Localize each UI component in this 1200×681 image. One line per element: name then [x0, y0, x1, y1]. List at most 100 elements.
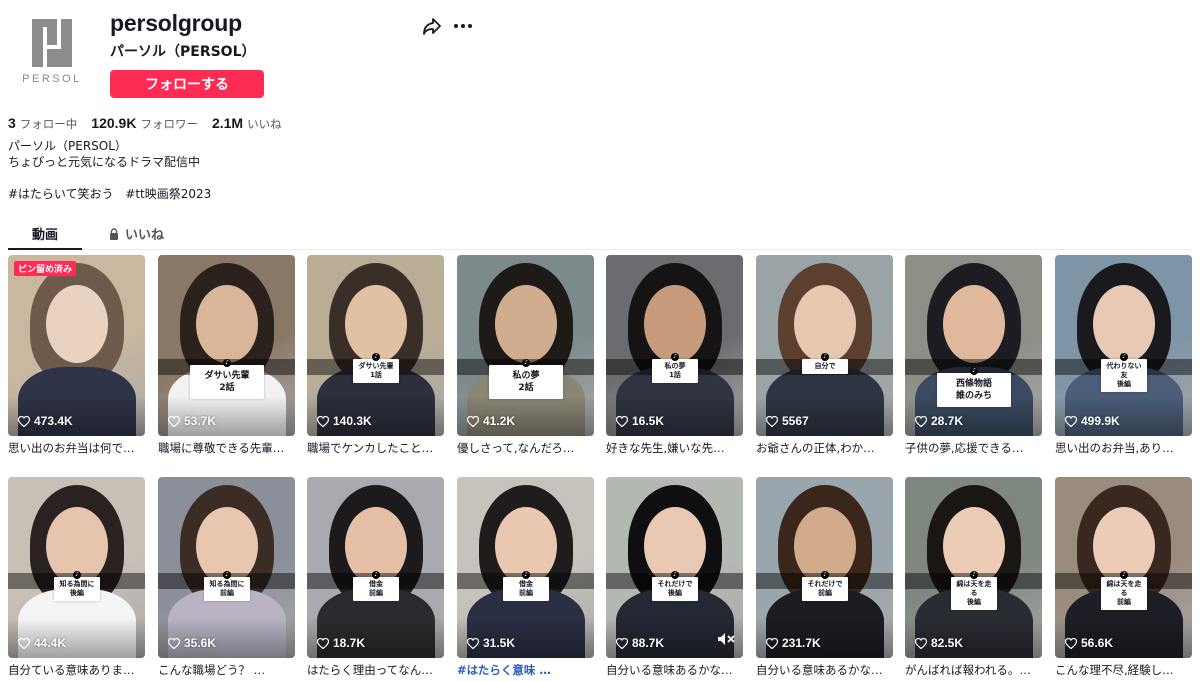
play-count: 82.5K: [915, 636, 963, 650]
video-thumbnail[interactable]: ♪ 綿は天を走る 後編 82.5K: [905, 477, 1042, 658]
video-thumbnail[interactable]: ♪ それだけで 後編 88.7K: [606, 477, 743, 658]
video-caption[interactable]: 職場に尊敬できる先輩…: [158, 440, 295, 456]
video-card[interactable]: ♪ 綿は天を走る 後編 82.5K がんばれば報われる。…: [905, 477, 1042, 678]
share-icon: [423, 18, 441, 35]
heart-icon: [915, 415, 927, 427]
play-count: 31.5K: [467, 636, 515, 650]
video-thumbnail[interactable]: ♪ それだけで 前編 231.7K: [756, 477, 893, 658]
subtitle-text: 前編: [818, 589, 832, 597]
video-card[interactable]: ♪ ダサい先輩 1話 140.3K 職場でケンカしたこと…: [307, 255, 444, 456]
video-card[interactable]: ♪ 綿は天を走る 前編 56.6K こんな理不尽,経験し…: [1055, 477, 1192, 678]
stat-following[interactable]: 3 フォロー中: [8, 115, 77, 132]
thumbnail-figure-face: [46, 285, 108, 363]
stat-followers[interactable]: 120.9K フォロワー: [91, 115, 198, 132]
subtitle-text: 後編: [967, 598, 981, 606]
video-card[interactable]: ♪ それだけで 前編 231.7K 自分いる意味あるかな…: [756, 477, 893, 678]
hashtag-link[interactable]: #はたらいて笑おう: [8, 187, 113, 201]
play-count-value: 473.4K: [34, 414, 73, 428]
play-count: 53.7K: [168, 414, 216, 428]
share-button[interactable]: [421, 15, 443, 37]
video-caption[interactable]: 職場でケンカしたこと…: [307, 440, 444, 456]
thumbnail-figure-face: [1093, 285, 1155, 363]
video-thumbnail[interactable]: ♪ 借金 前編 31.5K: [457, 477, 594, 658]
video-card[interactable]: ピン留め済み 473.4K 思い出のお弁当は何で…: [8, 255, 145, 456]
video-card[interactable]: ♪ 借金 前編 31.5K #はたらく意味 …: [457, 477, 594, 678]
bio-line: パーソル（PERSOL）: [8, 139, 127, 153]
video-card[interactable]: ♪ 自分で 5567 お爺さんの正体,わか…: [756, 255, 893, 456]
video-card[interactable]: ♪ ダサい先輩 2話 53.7K 職場に尊敬できる先輩…: [158, 255, 295, 456]
stat-followers-label: フォロワー: [140, 117, 198, 131]
profile-bio: パーソル（PERSOL） ちょぴっと元気になるドラマ配信中: [8, 138, 200, 170]
video-caption[interactable]: こんな職場どう？ …: [158, 662, 295, 678]
subtitle-text: ダサい先輩: [358, 362, 394, 370]
video-caption[interactable]: 思い出のお弁当は何で…: [8, 440, 145, 456]
video-caption[interactable]: 自分いる意味あるかな…: [756, 662, 893, 678]
video-card[interactable]: ♪ 私の夢 2話 41.2K 優しさって,なんだろ…: [457, 255, 594, 456]
subtitle-card: ♪ 西條物語 誰のみち: [937, 367, 1011, 407]
video-caption[interactable]: 好きな先生,嫌いな先…: [606, 440, 743, 456]
video-caption[interactable]: 思い出のお弁当,あり…: [1055, 440, 1192, 456]
video-thumbnail[interactable]: ♪ ダサい先輩 1話 140.3K: [307, 255, 444, 436]
video-thumbnail[interactable]: ♪ 自分で 5567: [756, 255, 893, 436]
play-count-value: 231.7K: [782, 636, 821, 650]
video-thumbnail[interactable]: ♪ 私の夢 1話 16.5K: [606, 255, 743, 436]
video-card[interactable]: ♪ 西條物語 誰のみち 28.7K 子供の夢,応援できる…: [905, 255, 1042, 456]
video-thumbnail[interactable]: ♪ 知る為間に 後編 44.4K: [8, 477, 145, 658]
play-count: 44.4K: [18, 636, 66, 650]
video-caption[interactable]: 自分ている意味ありま…: [8, 662, 145, 678]
avatar[interactable]: PERSOL: [12, 12, 92, 92]
video-caption[interactable]: がんばれば報われる。…: [905, 662, 1042, 678]
video-card[interactable]: ♪ 知る為間に 後編 44.4K 自分ている意味ありま…: [8, 477, 145, 678]
video-thumbnail[interactable]: ♪ 知る為間に 前編 35.6K: [158, 477, 295, 658]
tiktok-logo-icon: ♪: [372, 571, 380, 579]
video-caption[interactable]: お爺さんの正体,わか…: [756, 440, 893, 456]
heart-icon: [766, 637, 778, 649]
heart-icon: [18, 415, 30, 427]
video-caption[interactable]: 子供の夢,応援できる…: [905, 440, 1042, 456]
stat-likes-count: 2.1M: [211, 115, 244, 131]
tab-videos[interactable]: 動画: [8, 224, 82, 243]
video-card[interactable]: ♪ 知る為間に 前編 35.6K こんな職場どう？ …: [158, 477, 295, 678]
subtitle-text: 綿は天を走る: [1106, 580, 1142, 597]
profile-tabs: 動画 いいね: [8, 218, 1192, 250]
tab-likes[interactable]: いいね: [108, 224, 164, 243]
video-caption[interactable]: #はたらく意味 …: [457, 662, 594, 678]
subtitle-card: ♪ 借金 前編: [503, 571, 549, 601]
more-options-button[interactable]: [451, 15, 475, 37]
play-count: 41.2K: [467, 414, 515, 428]
video-card[interactable]: ♪ 私の夢 1話 16.5K 好きな先生,嫌いな先…: [606, 255, 743, 456]
video-thumbnail[interactable]: ♪ 私の夢 2話 41.2K: [457, 255, 594, 436]
tiktok-logo-icon: ♪: [372, 353, 380, 361]
play-count-value: 53.7K: [184, 414, 217, 428]
video-thumbnail[interactable]: ♪ ダサい先輩 2話 53.7K: [158, 255, 295, 436]
tiktok-logo-icon: ♪: [821, 353, 829, 361]
video-card[interactable]: ♪ それだけで 後編 88.7K 自分いる意味あるかな…: [606, 477, 743, 678]
thumbnail-figure-face: [794, 285, 856, 363]
tiktok-logo-icon: ♪: [223, 359, 231, 367]
video-caption[interactable]: 優しさって,なんだろ…: [457, 440, 594, 456]
lock-icon: [110, 227, 118, 240]
subtitle-text: 1話: [669, 371, 681, 379]
mute-button[interactable]: [717, 631, 735, 650]
play-count-value: 56.6K: [1081, 636, 1114, 650]
video-caption[interactable]: 自分いる意味あるかな…: [606, 662, 743, 678]
subtitle-text: 綿は天を走る: [956, 580, 992, 597]
video-thumbnail[interactable]: ♪ 綿は天を走る 前編 56.6K: [1055, 477, 1192, 658]
video-thumbnail[interactable]: ♪ 西條物語 誰のみち 28.7K: [905, 255, 1042, 436]
subtitle-card: ♪ 私の夢 2話: [489, 359, 563, 399]
profile-nickname: パーソル（PERSOL）: [110, 44, 256, 60]
video-thumbnail[interactable]: ♪ 借金 前編 18.7K: [307, 477, 444, 658]
video-thumbnail[interactable]: ♪ 代わりない友 後編 499.9K: [1055, 255, 1192, 436]
hashtag-link[interactable]: #tt映画祭2023: [125, 187, 211, 201]
stat-likes: 2.1M いいね: [212, 115, 282, 132]
video-card[interactable]: ♪ 代わりない友 後編 499.9K 思い出のお弁当,あり…: [1055, 255, 1192, 456]
play-count-value: 44.4K: [34, 636, 67, 650]
video-thumbnail[interactable]: ピン留め済み 473.4K: [8, 255, 145, 436]
video-caption[interactable]: はたらく理由ってなん…: [307, 662, 444, 678]
subtitle-card: ♪ 知る為間に 後編: [54, 571, 100, 601]
video-card[interactable]: ♪ 借金 前編 18.7K はたらく理由ってなん…: [307, 477, 444, 678]
video-caption[interactable]: こんな理不尽,経験し…: [1055, 662, 1192, 678]
play-count: 18.7K: [317, 636, 365, 650]
thumbnail-figure-face: [943, 285, 1005, 363]
follow-button[interactable]: フォローする: [110, 70, 264, 98]
